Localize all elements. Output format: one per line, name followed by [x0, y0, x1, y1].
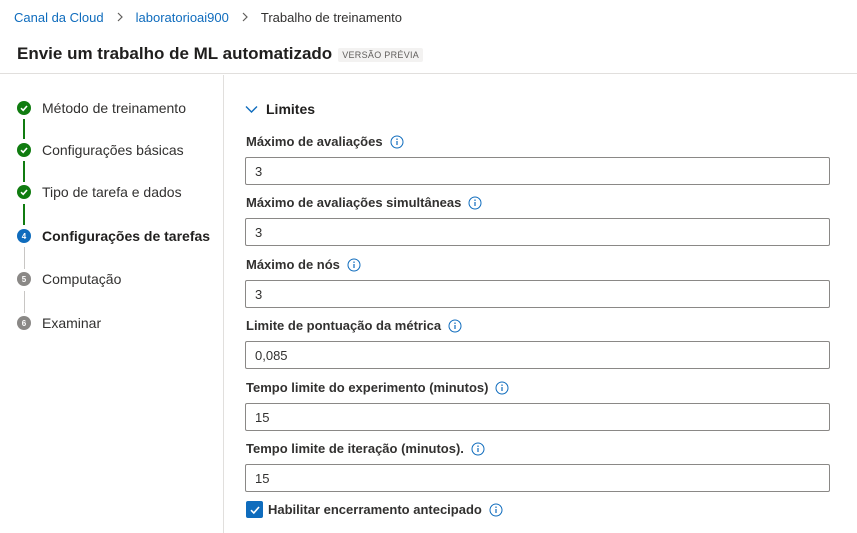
preview-badge: VERSÃO PRÉVIA	[338, 48, 424, 62]
chevron-right-icon	[241, 12, 249, 22]
checkmark-icon	[249, 505, 260, 514]
step-label: Configurações básicas	[42, 142, 184, 158]
step-connector	[23, 161, 25, 182]
field-label-text: Máximo de avaliações	[246, 134, 383, 149]
max-trials-label: Máximo de avaliações	[246, 134, 404, 149]
max-nodes-label: Máximo de nós	[246, 257, 361, 272]
chevron-down-icon	[245, 105, 258, 114]
metric-score-threshold-label: Limite de pontuação da métrica	[246, 318, 462, 333]
step-tipo-tarefa-dados[interactable]: Tipo de tarefa e dados	[17, 182, 182, 202]
step-configuracoes-basicas[interactable]: Configurações básicas	[17, 140, 184, 160]
field-label-text: Tempo limite do experimento (minutos)	[246, 380, 489, 395]
step-label: Tipo de tarefa e dados	[42, 184, 182, 200]
step-label: Método de treinamento	[42, 100, 186, 116]
step-number-badge: 6	[17, 316, 31, 330]
max-trials-input[interactable]	[245, 157, 830, 185]
experiment-timeout-label: Tempo limite do experimento (minutos)	[246, 380, 509, 395]
checkmark-icon	[17, 143, 31, 157]
early-termination-row: Habilitar encerramento antecipado	[246, 501, 503, 518]
step-label: Examinar	[42, 315, 102, 331]
breadcrumb-link-workspace[interactable]: laboratorioai900	[136, 10, 229, 25]
page-title: Envie um trabalho de ML automatizado	[17, 43, 333, 63]
field-label-text: Máximo de nós	[246, 257, 340, 272]
info-icon[interactable]	[489, 503, 503, 517]
iteration-timeout-input[interactable]	[245, 464, 830, 492]
step-metodo-treinamento[interactable]: Método de treinamento	[17, 98, 186, 118]
step-examinar[interactable]: 6 Examinar	[17, 313, 101, 333]
breadcrumb-link-canal[interactable]: Canal da Cloud	[14, 10, 104, 25]
info-icon[interactable]	[347, 258, 361, 272]
chevron-right-icon	[116, 12, 124, 22]
step-connector	[24, 291, 25, 313]
step-number-badge: 5	[17, 272, 31, 286]
info-icon[interactable]	[390, 135, 404, 149]
early-termination-checkbox[interactable]	[246, 501, 263, 518]
step-connector	[23, 204, 25, 225]
step-label: Configurações de tarefas	[42, 228, 211, 244]
info-icon[interactable]	[471, 442, 485, 456]
info-icon[interactable]	[468, 196, 482, 210]
info-icon[interactable]	[448, 319, 462, 333]
field-label-text: Limite de pontuação da métrica	[246, 318, 442, 333]
experiment-timeout-input[interactable]	[245, 403, 830, 431]
field-label-text: Tempo limite de iteração (minutos).	[246, 441, 464, 456]
step-configuracoes-tarefas[interactable]: 4 Configurações de tarefas	[17, 226, 210, 246]
step-number-badge: 4	[17, 229, 31, 243]
page-header: Envie um trabalho de ML automatizado VER…	[0, 34, 857, 74]
max-concurrent-trials-label: Máximo de avaliações simultâneas	[246, 195, 482, 210]
checkmark-icon	[17, 101, 31, 115]
iteration-timeout-label: Tempo limite de iteração (minutos).	[246, 441, 485, 456]
step-connector	[23, 119, 25, 139]
limits-section-toggle[interactable]: Limites	[245, 101, 315, 117]
wizard-steps: Método de treinamento Configurações bási…	[0, 75, 224, 533]
field-label-text: Máximo de avaliações simultâneas	[246, 195, 462, 210]
limits-panel: Limites Máximo de avaliações Máximo de a…	[225, 75, 857, 533]
step-connector	[24, 247, 25, 269]
metric-score-threshold-input[interactable]	[245, 341, 830, 369]
max-concurrent-trials-input[interactable]	[245, 218, 830, 246]
info-icon[interactable]	[495, 381, 509, 395]
early-termination-label: Habilitar encerramento antecipado	[268, 502, 482, 517]
max-nodes-input[interactable]	[245, 280, 830, 308]
section-title: Limites	[266, 101, 316, 117]
step-label: Computação	[42, 271, 122, 287]
breadcrumb-current: Trabalho de treinamento	[260, 9, 403, 25]
step-computacao[interactable]: 5 Computação	[17, 269, 121, 289]
breadcrumb: Canal da Cloud laboratorioai900 Trabalho…	[0, 0, 857, 34]
checkmark-icon	[17, 185, 31, 199]
